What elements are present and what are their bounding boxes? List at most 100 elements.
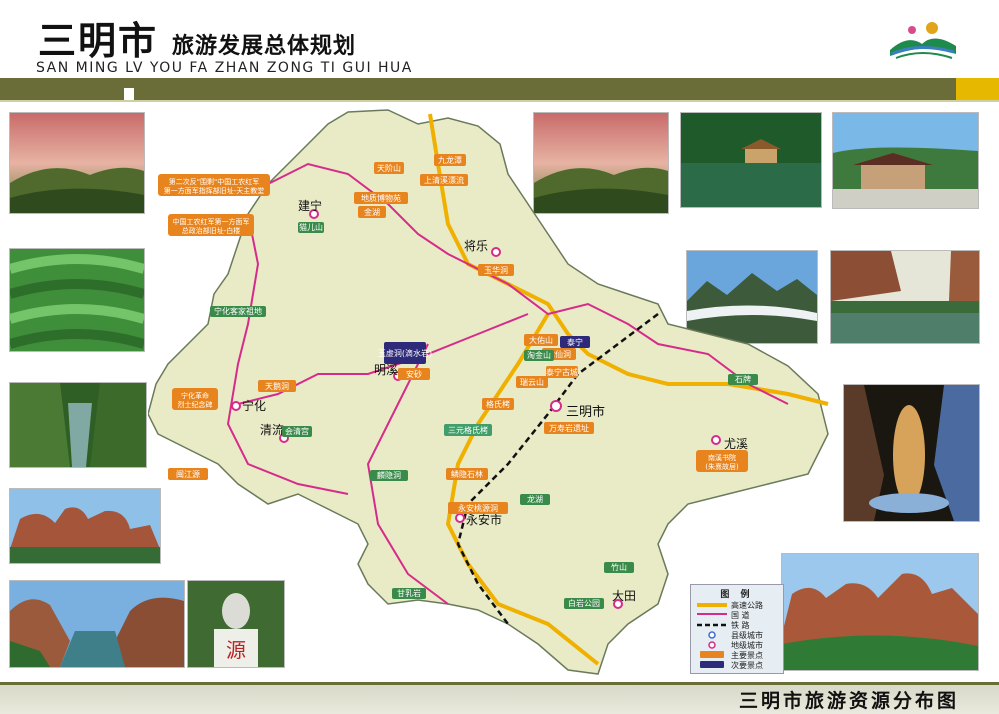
spot-label: 格氏栲: [486, 399, 510, 409]
spot-label: 瑞云山: [520, 377, 544, 387]
city-label: 将乐: [464, 239, 488, 253]
spot-minor[interactable]: 猫儿山: [298, 222, 324, 233]
title-main: 三明市: [38, 19, 159, 63]
logo-icon: [890, 22, 956, 59]
header-band-accent: [956, 78, 999, 100]
legend-label: 次要景点: [731, 661, 763, 670]
spot-major[interactable]: 大佑山: [524, 334, 558, 346]
spot-minor[interactable]: 会清宫: [282, 426, 312, 437]
spot-major[interactable]: 万寿岩遗址: [544, 422, 594, 434]
city-label: 永安市: [466, 512, 502, 527]
legend-item-railway: 铁 路: [697, 620, 783, 630]
major-spot-symbol-icon: [700, 651, 724, 658]
footer-title: 三明市旅游资源分布图: [738, 690, 959, 712]
spot-major[interactable]: 鳞隐石林: [446, 468, 488, 480]
spot-label: 大佑山: [529, 335, 553, 345]
header-notch: [124, 88, 134, 100]
prefecture-city-symbol-icon: [708, 641, 716, 649]
spot-label: 玉虚洞(滴水岩): [378, 348, 432, 358]
spot-label: 淘金山: [527, 350, 551, 360]
spot-label: 麟隐洞: [377, 470, 401, 480]
header-band: [0, 78, 956, 100]
spot-label: 甘乳岩: [397, 588, 421, 598]
railway-symbol-icon: [697, 623, 727, 627]
minor-spot-symbol-icon: [700, 661, 724, 668]
spot-label: 龙湖: [527, 494, 543, 504]
spot-minor[interactable]: 宁化客家祖地: [210, 306, 266, 317]
spot-label: 会清宫: [285, 426, 309, 436]
spot-major[interactable]: 闽江源: [168, 468, 208, 480]
city-label: 尤溪: [724, 437, 748, 451]
city-label: 宁化: [242, 398, 266, 413]
spot-label: 鳞隐石林: [451, 469, 483, 479]
legend-item-minor: 次要景点: [697, 660, 783, 670]
spot-label: 宁化客家祖地: [214, 306, 262, 316]
spot-label: 金湖: [364, 207, 380, 217]
title-sub: 旅游发展总体规划: [172, 34, 357, 59]
spot-label: 玉华洞: [484, 265, 508, 275]
spot-major[interactable]: 金湖: [358, 206, 386, 218]
spot-major[interactable]: 三元格氏栲: [444, 424, 492, 436]
spot-major[interactable]: 天鹅洞: [258, 380, 296, 392]
photo-temple: [832, 112, 979, 209]
spot-major[interactable]: 永安桃源洞: [448, 502, 508, 514]
photo-misty-mountains: [9, 112, 145, 214]
spot-major[interactable]: 格氏栲: [482, 398, 514, 410]
photo-cave: [843, 384, 980, 522]
highway-symbol-icon: [697, 603, 727, 607]
spot-minor[interactable]: 竹山: [604, 562, 634, 573]
map-legend: 图 例 高速公路 国 道 铁 路 县级城市 地级城市 主要景点 次要景点: [690, 584, 784, 674]
city-label: 清流: [260, 423, 284, 437]
title-pinyin: SAN MING LV YOU FA ZHAN ZONG TI GUI HUA: [36, 60, 413, 76]
annotation-box: 第二次反"围剿"中国工农红军第一方面军指挥部旧址-天主教堂: [158, 174, 270, 196]
spot-major[interactable]: 九龙潭: [434, 154, 466, 166]
spot-minor[interactable]: 石牌: [728, 374, 758, 385]
spot-label: 猫儿山: [299, 222, 323, 232]
spot-minor[interactable]: 甘乳岩: [392, 588, 426, 599]
header: 三明市 旅游发展总体规划 SAN MING LV YOU FA ZHAN ZON…: [0, 0, 999, 78]
spot-label: 泰宁: [567, 337, 583, 347]
city-label: 建宁: [298, 198, 322, 213]
spot-minor[interactable]: 麟隐洞: [370, 470, 408, 481]
spot-label: 地质博物苑: [361, 193, 401, 203]
spot-label: 三元格氏栲: [448, 425, 488, 435]
spot-major[interactable]: 泰宁: [560, 336, 590, 348]
spot-label: 天阶山: [377, 163, 401, 173]
spot-major[interactable]: 玉华洞: [478, 264, 514, 276]
annotation-box: 宁化革命烈士纪念碑: [172, 388, 218, 410]
legend-item-national: 国 道: [697, 610, 783, 620]
spot-major[interactable]: 上清溪漂流: [420, 174, 468, 186]
spot-major[interactable]: 瑞云山: [516, 376, 548, 388]
spot-label: 闽江源: [176, 470, 200, 479]
legend-title: 图 例: [720, 590, 754, 600]
county-city-symbol-icon: [708, 631, 716, 639]
spot-label: 石牌: [735, 374, 751, 384]
annotation-box: 中国工农红军第一方面军总政治部旧址-白楼: [168, 214, 254, 236]
spot-major[interactable]: 泰宁古城: [546, 366, 578, 378]
spot-minor[interactable]: 淘金山: [524, 350, 554, 361]
spot-major[interactable]: 安砂: [398, 368, 430, 380]
spot-minor[interactable]: 龙湖: [520, 494, 550, 505]
spot-label: 天鹅洞: [265, 381, 289, 391]
photo-cliff-lake: [830, 250, 980, 344]
legend-item-highway: 高速公路: [697, 600, 783, 610]
spot-major[interactable]: 玉虚洞(滴水岩): [378, 342, 432, 364]
spot-label: 泰宁古城: [546, 367, 578, 377]
spot-minor[interactable]: 白岩公园: [564, 598, 604, 609]
national-road-symbol-icon: [697, 613, 727, 615]
spot-major[interactable]: 地质博物苑: [354, 192, 408, 204]
city-label: 三明市: [566, 404, 605, 420]
annotation-box: 南溪书院(朱熹故居): [696, 450, 748, 472]
photo-green-terraces: [9, 248, 145, 352]
city-label: 明溪: [374, 363, 398, 377]
spot-label: 永安桃源洞: [458, 503, 498, 513]
spot-major[interactable]: 天阶山: [374, 162, 404, 174]
legend-item-major: 主要景点: [697, 650, 783, 660]
spot-label: 竹山: [611, 562, 627, 572]
photo-canyon-river: [9, 382, 147, 468]
city-label: 大田: [612, 589, 636, 603]
legend-item-prefecture: 地级城市: [697, 640, 783, 650]
spot-label: 万寿岩遗址: [549, 423, 589, 433]
spot-label: 白岩公园: [568, 598, 600, 608]
spot-label: 上清溪漂流: [424, 175, 464, 185]
